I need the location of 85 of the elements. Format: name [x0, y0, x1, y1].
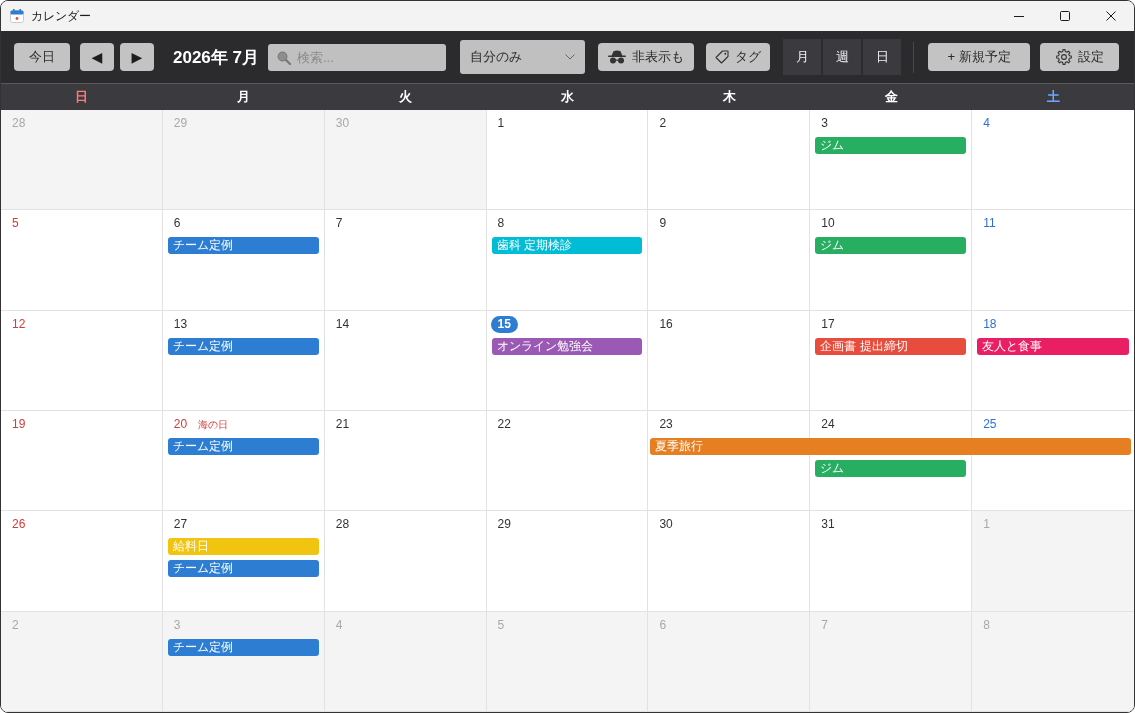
day-number: 24 — [820, 416, 836, 433]
calendar-icon — [10, 9, 24, 23]
event-bar[interactable]: チーム定例 — [167, 438, 319, 455]
tag-icon — [715, 50, 729, 64]
weekday-label: 日 — [74, 88, 90, 106]
day-number: 16 — [658, 315, 674, 333]
next-button[interactable]: ▶ — [120, 43, 154, 71]
day-number: 9 — [658, 215, 668, 233]
show-hidden-button[interactable]: 非表示も — [598, 43, 694, 71]
day-number: 31 — [820, 516, 836, 534]
day-number: 1 — [496, 115, 506, 132]
search-icon — [277, 50, 291, 65]
day-number: 30 — [658, 516, 674, 534]
month-title: 2026年 7月 — [173, 46, 259, 69]
event-bar[interactable]: オンライン勉強会 — [491, 337, 643, 355]
view-tab[interactable]: 月 — [783, 39, 821, 75]
day-number: 21 — [334, 416, 351, 433]
day-number: 20 — [172, 416, 189, 433]
day-number: 28 — [11, 115, 27, 132]
day-number: 19 — [11, 416, 27, 433]
day-number: 7 — [820, 616, 829, 634]
day-number: 7 — [334, 215, 344, 233]
maximize-icon — [1060, 11, 1070, 21]
day-number: 5 — [11, 215, 20, 233]
day-number: 29 — [496, 516, 512, 534]
day-number: 2 — [11, 616, 20, 634]
event-bar[interactable]: 企画書 提出締切 — [815, 337, 967, 355]
event-bar[interactable]: ジム — [815, 137, 967, 154]
event-bar[interactable]: チーム定例 — [167, 560, 319, 578]
weekday-label: 火 — [398, 88, 414, 106]
event-bar[interactable]: チーム定例 — [167, 638, 319, 656]
day-number: 12 — [11, 315, 27, 333]
weekday-label: 土 — [1045, 88, 1061, 106]
weekday-label: 金 — [883, 88, 899, 106]
event-bar[interactable]: ジム — [815, 237, 967, 255]
day-number: 6 — [172, 215, 182, 233]
day-number: 8 — [982, 616, 991, 634]
day-number: 4 — [982, 115, 991, 132]
tag-button[interactable]: タグ — [706, 43, 770, 71]
day-number: 1 — [982, 516, 991, 534]
close-icon — [1106, 11, 1116, 21]
incognito-icon — [608, 50, 626, 64]
holiday-label: 海の日 — [198, 417, 229, 432]
day-number: 5 — [496, 616, 506, 634]
day-number: 26 — [11, 516, 27, 534]
filter-dropdown[interactable]: 自分のみ — [460, 40, 585, 74]
today-button[interactable]: 今日 — [14, 43, 70, 71]
event-bar[interactable]: 友人と食事 — [977, 337, 1129, 355]
day-number: 22 — [496, 416, 512, 433]
window-title: カレンダー — [31, 7, 91, 25]
day-number: 29 — [172, 115, 189, 132]
day-number: 23 — [658, 416, 674, 433]
day-number: 11 — [982, 215, 997, 233]
day-number: 4 — [334, 616, 344, 634]
day-number: 25 — [982, 416, 998, 433]
day-number: 17 — [820, 315, 836, 333]
day-number: 3 — [820, 115, 829, 132]
weekday-label: 水 — [560, 88, 575, 106]
event-bar[interactable]: チーム定例 — [167, 237, 319, 255]
view-tab[interactable]: 日 — [863, 39, 901, 75]
event-bar[interactable]: チーム定例 — [167, 337, 319, 355]
gear-icon — [1055, 49, 1072, 65]
event-bar[interactable]: ジム — [815, 460, 967, 477]
weekday-label: 木 — [721, 88, 737, 106]
day-number: 14 — [334, 315, 351, 333]
day-number: 2 — [658, 115, 668, 132]
previous-button[interactable]: ◀ — [80, 43, 114, 71]
day-number: 13 — [172, 315, 189, 333]
view-tab[interactable]: 週 — [823, 39, 861, 75]
day-number: 18 — [982, 315, 998, 333]
event-bar[interactable]: 夏季旅行 — [650, 438, 1131, 455]
day-number: 28 — [334, 516, 351, 534]
minimize-icon — [1014, 15, 1024, 17]
day-number: 6 — [658, 616, 668, 634]
day-number: 8 — [496, 215, 506, 233]
new-event-button[interactable]: + 新規予定 — [928, 43, 1030, 71]
day-number: 15 — [490, 315, 518, 333]
day-number: 27 — [172, 516, 189, 534]
day-number: 3 — [172, 616, 182, 634]
event-bar[interactable]: 歯科 定期検診 — [491, 237, 643, 255]
chevron-down-icon — [565, 54, 575, 60]
weekday-label: 月 — [236, 88, 252, 106]
day-number: 30 — [334, 115, 351, 132]
settings-button[interactable]: 設定 — [1040, 43, 1119, 71]
day-number: 10 — [820, 215, 836, 233]
